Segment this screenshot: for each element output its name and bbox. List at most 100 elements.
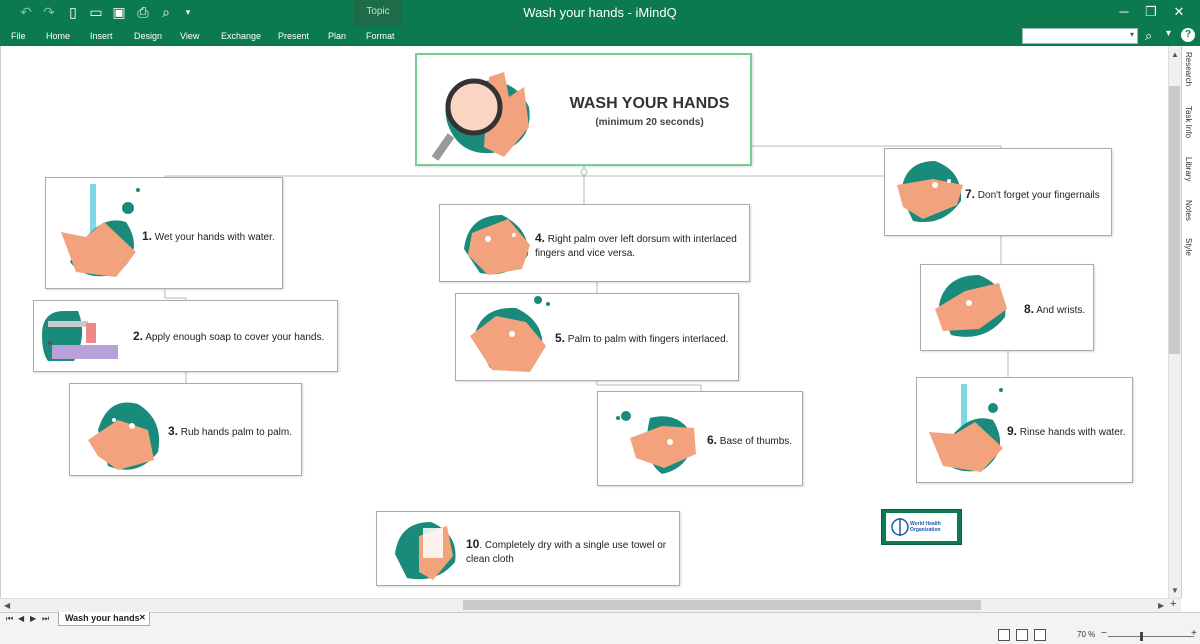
step-text: Rub hands palm to palm.	[180, 427, 292, 438]
step-topic-7[interactable]: 7. Don't forget your fingernails	[884, 148, 1112, 236]
sheet-tab[interactable]: Wash your hands ✕	[58, 612, 150, 626]
step-text: Don't forget your fingernails	[977, 190, 1100, 201]
help-icon[interactable]: ?	[1181, 28, 1195, 42]
side-tab-task-info[interactable]: Task Info	[1184, 106, 1193, 138]
zoom-slider-thumb[interactable]	[1140, 632, 1143, 641]
step-text: . Completely dry with a single use towel…	[466, 540, 667, 565]
central-subtitle: (minimum 20 seconds)	[595, 117, 704, 128]
scroll-right-icon[interactable]: ▶	[1158, 601, 1164, 610]
central-topic[interactable]: WASH YOUR HANDS (minimum 20 seconds)	[415, 53, 752, 166]
tab-plan[interactable]: Plan	[328, 31, 346, 41]
step-text: Wet your hands with water.	[154, 232, 275, 243]
step-number: 2.	[133, 329, 144, 343]
towel-dry-illustration	[395, 522, 456, 580]
tab-format[interactable]: Format	[366, 31, 395, 41]
step-label: 1. Wet your hands with water.	[142, 229, 280, 245]
step-number: 9.	[1007, 424, 1018, 438]
step-label: 7. Don't forget your fingernails	[965, 187, 1111, 203]
tab-present[interactable]: Present	[278, 31, 309, 41]
search-icon[interactable]: ⌕	[1145, 28, 1152, 44]
normal-view-icon[interactable]	[1034, 629, 1046, 641]
scroll-down-icon[interactable]: ▼	[1171, 586, 1179, 595]
step-label: 3. Rub hands palm to palm.	[168, 424, 300, 440]
step-text: Base of thumbs.	[719, 436, 793, 447]
side-tab-research[interactable]: Research	[1184, 52, 1193, 86]
who-emblem-icon	[891, 518, 909, 536]
dorsum-interlace-illustration	[464, 215, 530, 275]
horizontal-scroll-thumb[interactable]	[463, 600, 981, 610]
step-number: 6.	[707, 433, 718, 447]
side-tab-notes[interactable]: Notes	[1184, 200, 1193, 221]
step-topic-6[interactable]: 6. Base of thumbs.	[597, 391, 803, 486]
vertical-scroll-thumb[interactable]	[1169, 86, 1180, 354]
who-logo-panel: World Health Organization	[886, 513, 957, 541]
chevron-down-icon[interactable]: ▾	[1166, 28, 1171, 39]
central-title: WASH YOUR HANDS	[569, 95, 730, 112]
scroll-up-icon[interactable]: ▲	[1171, 50, 1179, 59]
step-text: Right palm over left dorsum with interla…	[535, 234, 737, 259]
step-topic-9[interactable]: 9. Rinse hands with water.	[916, 377, 1133, 483]
tab-insert[interactable]: Insert	[90, 31, 113, 41]
step-number: 7.	[965, 187, 976, 201]
magnifier-hand-illustration	[431, 72, 530, 161]
zoom-level: 70 %	[1077, 630, 1096, 639]
close-icon[interactable]: ✕	[1170, 3, 1188, 21]
step-topic-10[interactable]: 10. Completely dry with a single use tow…	[376, 511, 680, 586]
zoom-slider[interactable]	[1108, 636, 1194, 637]
window-title: Wash your hands - iMindQ	[523, 5, 677, 20]
fit-view-icon[interactable]	[998, 629, 1010, 641]
tab-exchange[interactable]: Exchange	[221, 31, 261, 41]
step-topic-2[interactable]: 2. Apply enough soap to cover your hands…	[33, 300, 338, 372]
tab-view[interactable]: View	[180, 31, 199, 41]
step-topic-5[interactable]: 5. Palm to palm with fingers interlaced.	[455, 293, 739, 381]
step-label: 9. Rinse hands with water.	[1007, 424, 1133, 440]
ribbon-tabs: File Home Insert Design View Exchange Pr…	[0, 26, 1200, 46]
next-sheet-icon[interactable]: ▶	[30, 614, 36, 623]
side-tab-library[interactable]: Library	[1184, 157, 1193, 181]
first-sheet-icon[interactable]: ⏮	[6, 614, 13, 624]
thumbs-illustration	[616, 411, 696, 474]
rinse-illustration	[929, 384, 1003, 472]
minimize-icon[interactable]: ─	[1115, 3, 1133, 21]
restore-icon[interactable]: ❐	[1142, 3, 1160, 21]
tab-home[interactable]: Home	[46, 31, 70, 41]
zoom-in-icon[interactable]: +	[1191, 628, 1197, 639]
close-sheet-icon[interactable]: ✕	[139, 613, 146, 622]
step-label: 6. Base of thumbs.	[707, 433, 801, 449]
chevron-down-icon[interactable]: ▾	[1130, 30, 1134, 39]
step-number: 4.	[535, 231, 546, 245]
step-label: 5. Palm to palm with fingers interlaced.	[555, 331, 737, 347]
wrists-illustration	[935, 275, 1007, 337]
step-text: Rinse hands with water.	[1019, 427, 1126, 438]
zoom-out-icon[interactable]: −	[1101, 628, 1107, 639]
palm-interlace-illustration	[470, 296, 550, 372]
rub-palms-illustration	[88, 402, 160, 470]
step-number: 3.	[168, 424, 179, 438]
step-label: 4. Right palm over left dorsum with inte…	[535, 231, 747, 261]
context-tab-label: Topic	[366, 6, 390, 17]
app-window: ↶ ↷ ▯ ▭ ▣ ⎙ ⌕ ▾ Wash your hands - iMindQ…	[0, 0, 1200, 644]
step-topic-8[interactable]: 8. And wrists.	[920, 264, 1094, 351]
step-topic-4[interactable]: 4. Right palm over left dorsum with inte…	[439, 204, 750, 282]
step-number: 1.	[142, 229, 153, 243]
prev-sheet-icon[interactable]: ◀	[18, 614, 24, 623]
scroll-left-icon[interactable]: ◀	[4, 601, 10, 610]
step-number: 8.	[1024, 302, 1035, 316]
side-tab-style[interactable]: Style	[1184, 238, 1193, 256]
last-sheet-icon[interactable]: ⏭	[42, 614, 49, 624]
soap-dispenser-illustration	[42, 311, 118, 361]
step-label: 2. Apply enough soap to cover your hands…	[133, 329, 337, 345]
step-topic-3[interactable]: 3. Rub hands palm to palm.	[69, 383, 302, 476]
who-logo[interactable]: World Health Organization	[881, 509, 962, 545]
add-sheet-icon[interactable]: +	[1170, 598, 1176, 610]
who-line2: Organization	[910, 527, 941, 533]
fingernails-illustration	[897, 161, 963, 223]
step-topic-1[interactable]: 1. Wet your hands with water.	[45, 177, 283, 289]
tab-file[interactable]: File	[11, 31, 26, 41]
step-text: And wrists.	[1036, 305, 1086, 316]
tab-design[interactable]: Design	[134, 31, 162, 41]
close-view-icon[interactable]	[1016, 629, 1028, 641]
step-number: 10	[466, 537, 480, 551]
search-input[interactable]: ▾	[1022, 28, 1138, 44]
sheet-tab-label: Wash your hands	[65, 613, 140, 623]
